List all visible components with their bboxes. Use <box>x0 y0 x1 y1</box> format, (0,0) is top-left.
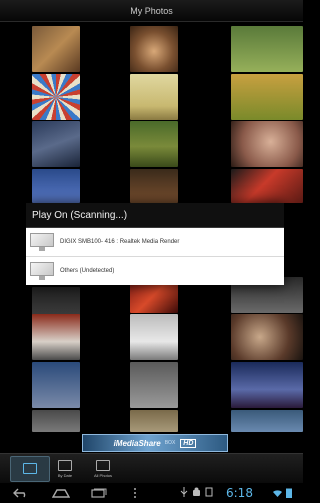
all-photos-icon <box>96 460 110 471</box>
back-button[interactable] <box>10 486 32 500</box>
menu-button[interactable] <box>124 486 146 500</box>
play-on-dialog: Play On (Scanning...) DIGIX SMB100- 416 … <box>26 203 284 285</box>
clock: 6:18 <box>226 486 253 500</box>
photo-thumbnail[interactable] <box>231 121 303 167</box>
banner-badge: HD <box>180 438 197 448</box>
back-icon <box>13 488 26 498</box>
storage-icon <box>205 487 213 497</box>
system-nav-bar: 6:18 <box>0 484 303 503</box>
page-title: My Photos <box>130 5 173 16</box>
tab-all-photos[interactable]: All Photos <box>83 456 123 482</box>
calendar-icon <box>58 460 72 471</box>
system-status <box>272 488 292 498</box>
wifi-icon <box>273 490 282 497</box>
banner-brand: iMediaShare <box>113 438 161 448</box>
tab-label: All Photos <box>93 473 112 478</box>
usb-icon <box>180 487 188 497</box>
photo-thumbnail[interactable] <box>32 314 80 360</box>
tab-by-date[interactable]: By Date <box>45 456 85 482</box>
device-label: DIGIX SMB100- 416 : Realtek Media Render <box>60 239 180 245</box>
title-bar: My Photos <box>0 0 303 22</box>
photo-thumbnail[interactable] <box>32 169 80 203</box>
photo-thumbnail[interactable] <box>231 314 303 360</box>
banner-suffix: BOX <box>164 440 176 446</box>
photo-thumbnail[interactable] <box>231 74 303 120</box>
photo-thumbnail[interactable] <box>32 74 80 120</box>
device-item-others[interactable]: Others (Undetected) <box>26 256 284 284</box>
dialog-header: Play On (Scanning...) <box>26 203 284 228</box>
tab-label: By Date <box>57 473 73 478</box>
menu-icon <box>134 488 136 498</box>
photo-thumbnail[interactable] <box>130 26 178 72</box>
photos-grid-icon <box>23 462 37 474</box>
home-button[interactable] <box>50 486 72 500</box>
monitor-icon <box>30 261 54 280</box>
photo-thumbnail[interactable] <box>32 121 80 167</box>
photo-thumbnail[interactable] <box>130 169 178 203</box>
status-icons <box>180 487 213 497</box>
photo-thumbnail[interactable] <box>32 410 80 432</box>
battery-icon <box>286 488 292 498</box>
android-icon <box>193 487 200 496</box>
recent-apps-button[interactable] <box>88 486 110 500</box>
photo-thumbnail[interactable] <box>231 169 303 203</box>
photo-thumbnail[interactable] <box>231 26 303 72</box>
monitor-icon <box>30 233 54 251</box>
photo-thumbnail[interactable] <box>130 74 178 120</box>
photo-thumbnail[interactable] <box>130 121 178 167</box>
recent-apps-icon <box>91 488 107 498</box>
photo-thumbnail[interactable] <box>130 362 178 408</box>
device-label: Others (Undetected) <box>60 267 115 274</box>
home-icon <box>52 489 70 498</box>
photo-thumbnail[interactable] <box>32 26 80 72</box>
photo-thumbnail[interactable] <box>32 362 80 408</box>
bottom-tab-bar: By Date All Photos <box>0 453 303 483</box>
device-item-digix[interactable]: DIGIX SMB100- 416 : Realtek Media Render <box>26 228 284 256</box>
photo-thumbnail[interactable] <box>231 362 303 408</box>
tab-photos[interactable] <box>10 456 50 482</box>
imediashare-banner[interactable]: iMediaShare BOX HD <box>82 434 228 452</box>
photo-thumbnail[interactable] <box>130 410 178 432</box>
photo-thumbnail[interactable] <box>231 410 303 432</box>
photo-thumbnail[interactable] <box>130 314 178 360</box>
dialog-title: Play On (Scanning...) <box>32 209 128 221</box>
